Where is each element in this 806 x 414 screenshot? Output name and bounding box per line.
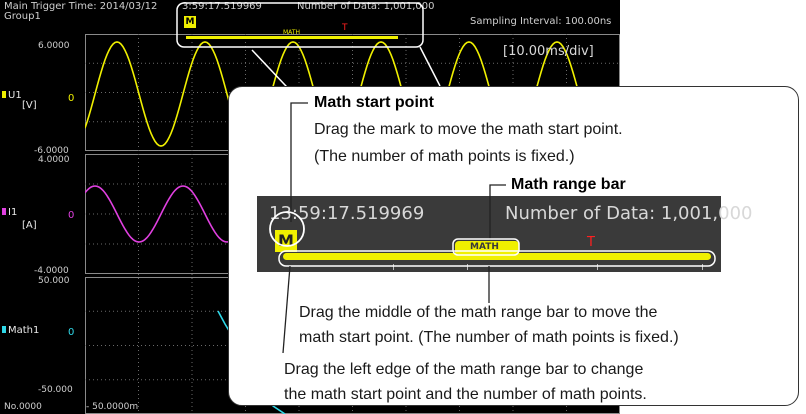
range-left-desc-1: Drag the left edge of the math range bar… — [284, 361, 644, 378]
start-point-leader — [290, 102, 308, 222]
range-left-desc-2: the math start point and the number of m… — [284, 386, 647, 403]
start-mark-highlight — [269, 211, 305, 247]
left-edge-leader — [282, 265, 291, 354]
range-middle-desc-1: Drag the middle of the math range bar to… — [299, 304, 658, 321]
callout-leader-lines — [269, 102, 716, 354]
range-bar-highlight — [278, 250, 716, 267]
range-bar-leader — [489, 184, 506, 240]
math-label-highlight — [452, 238, 520, 256]
range-middle-desc-2: math start point. (The number of math po… — [299, 329, 679, 346]
